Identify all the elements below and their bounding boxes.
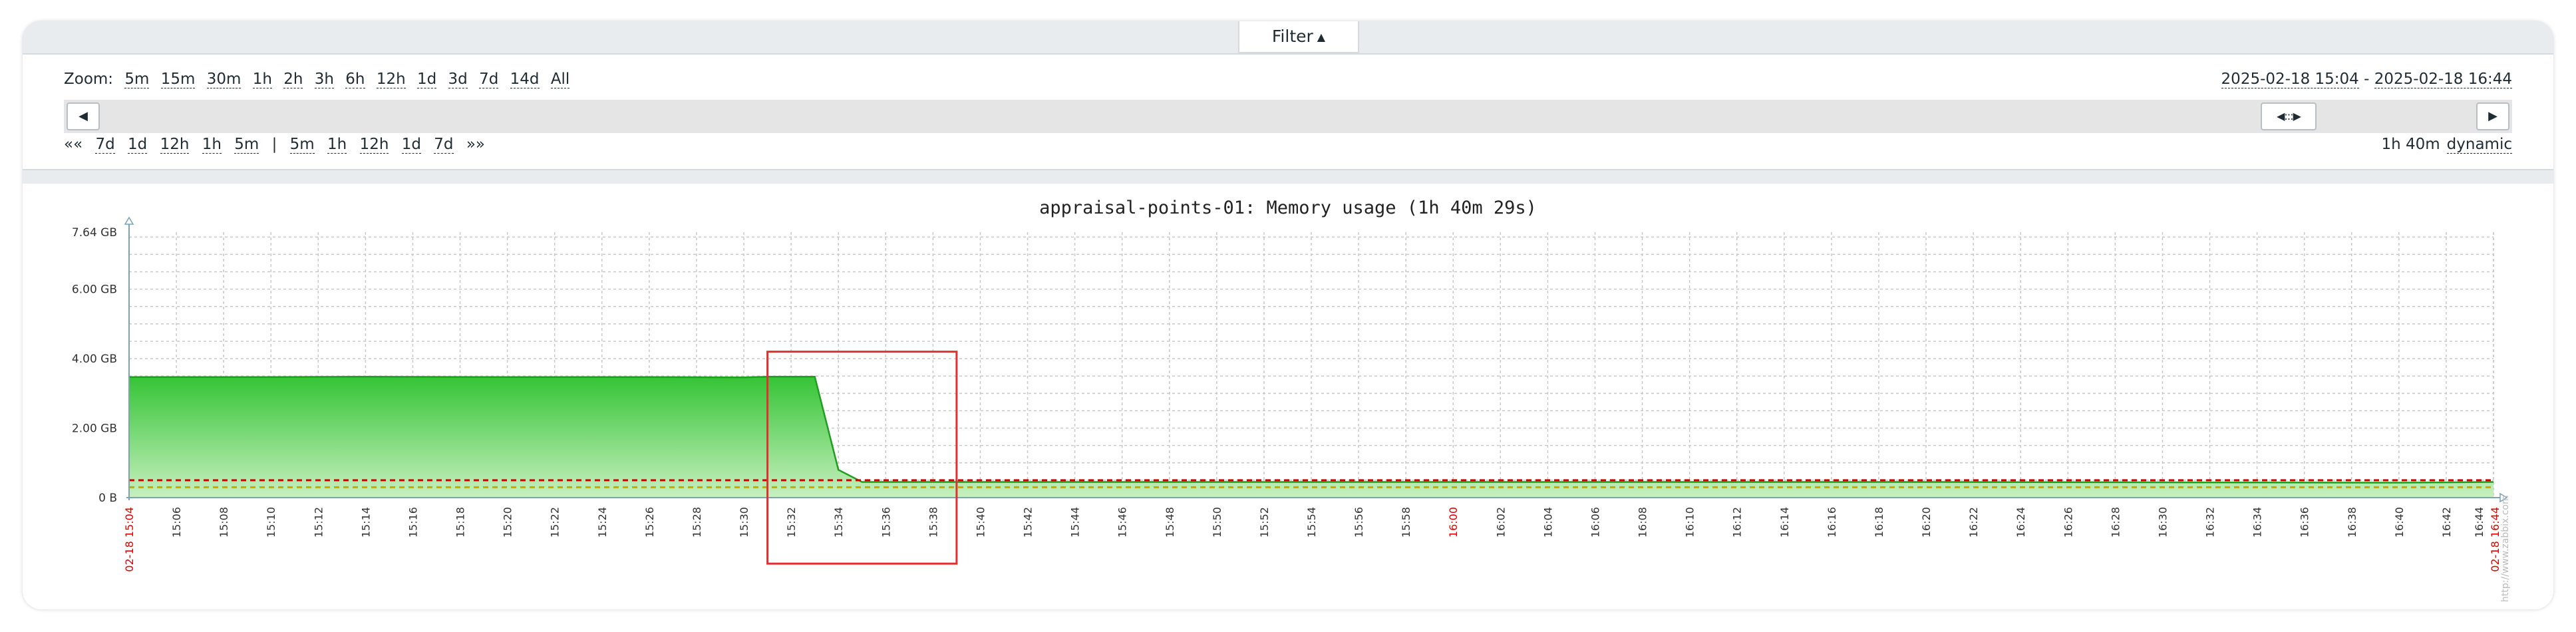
memory-usage-chart: appraisal-points-01: Memory usage (1h 40…	[72, 198, 2511, 602]
watermark: http://www.zabbix.com	[2500, 495, 2511, 602]
y-axis-arrow-icon	[124, 216, 134, 225]
x-tick-label: 15:56	[1353, 507, 1365, 538]
x-tick-label: 15:42	[1022, 507, 1035, 538]
x-tick-label: 16:38	[2346, 507, 2358, 538]
x-tick-label: 16:28	[2109, 507, 2122, 538]
x-tick-label: 15:36	[880, 507, 892, 538]
x-tick-label: 15:08	[218, 507, 230, 538]
x-tick-label: 15:58	[1400, 507, 1412, 538]
x-tick-label: 16:40	[2393, 507, 2406, 538]
x-tick-label: 16:02	[1494, 507, 1507, 538]
x-tick-label: 15:40	[974, 507, 987, 538]
graph-shell: Filter ▲ Zoom: 5m 15m 30m 1h 2h 3h 6h 12h…	[23, 21, 2553, 609]
graph-panel: appraisal-points-01: Memory usage (1h 40…	[23, 184, 2553, 609]
x-tick-label: 16:14	[1778, 507, 1791, 538]
x-tick-label: 15:46	[1116, 507, 1129, 538]
x-tick-label: 16:04	[1541, 507, 1554, 538]
x-tick-label: 16:30	[2156, 507, 2169, 538]
x-tick-label: 15:24	[596, 507, 609, 538]
x-tick-label: 16:16	[1826, 507, 1838, 538]
x-tick-label: 15:16	[406, 507, 419, 538]
x-tick-label: 15:48	[1164, 507, 1176, 538]
x-tick-label: 15:34	[832, 507, 845, 538]
x-tick-label: 16:34	[2251, 507, 2264, 538]
x-tick-label: 15:10	[265, 507, 277, 538]
x-tick-label: 15:44	[1069, 507, 1082, 538]
x-tick-label: 15:50	[1211, 507, 1223, 538]
x-tick-label: 15:14	[359, 507, 372, 538]
x-tick-label: 15:28	[691, 507, 703, 538]
x-tick-label: 16:10	[1684, 507, 1696, 538]
x-tick-label: 16:18	[1873, 507, 1885, 538]
x-tick-label: 15:22	[549, 507, 562, 538]
x-tick-label: 16:00	[1447, 507, 1460, 538]
y-tick-label: 0 B	[98, 492, 117, 505]
x-tick-label: 16:20	[1920, 507, 1933, 538]
chart-title: appraisal-points-01: Memory usage (1h 40…	[1039, 198, 1537, 218]
x-tick-label: 16:42	[2440, 507, 2453, 538]
x-tick-label: 15:26	[643, 507, 656, 538]
x-tick-label: 16:44	[2473, 507, 2486, 538]
x-tick-label: 15:18	[454, 507, 467, 538]
x-tick-label: 16:32	[2204, 507, 2217, 538]
x-tick-label: 15:38	[927, 507, 939, 538]
x-tick-label: 16:36	[2299, 507, 2311, 538]
x-tick-label: 15:52	[1258, 507, 1271, 538]
x-tick-label: 16:22	[1967, 507, 1980, 538]
x-tick-label: 15:12	[312, 507, 325, 538]
y-tick-label: 7.64 GB	[72, 226, 117, 239]
x-tick-label: 15:54	[1305, 507, 1318, 538]
x-tick-label: 16:24	[2014, 507, 2027, 538]
x-tick-label: 15:20	[502, 507, 514, 538]
x-tick-label: 02-18 15:04	[123, 507, 136, 572]
y-tick-label: 4.00 GB	[72, 353, 117, 366]
x-tick-label: 15:30	[738, 507, 750, 538]
x-tick-label: 16:08	[1637, 507, 1649, 538]
x-tick-label: 16:06	[1589, 507, 1601, 538]
x-tick-label: 15:32	[785, 507, 798, 538]
x-tick-label: 15:06	[170, 507, 183, 538]
y-tick-label: 2.00 GB	[72, 422, 117, 436]
x-tick-label: 16:26	[2062, 507, 2074, 538]
y-tick-label: 6.00 GB	[72, 283, 117, 297]
x-tick-label: 16:12	[1731, 507, 1744, 538]
